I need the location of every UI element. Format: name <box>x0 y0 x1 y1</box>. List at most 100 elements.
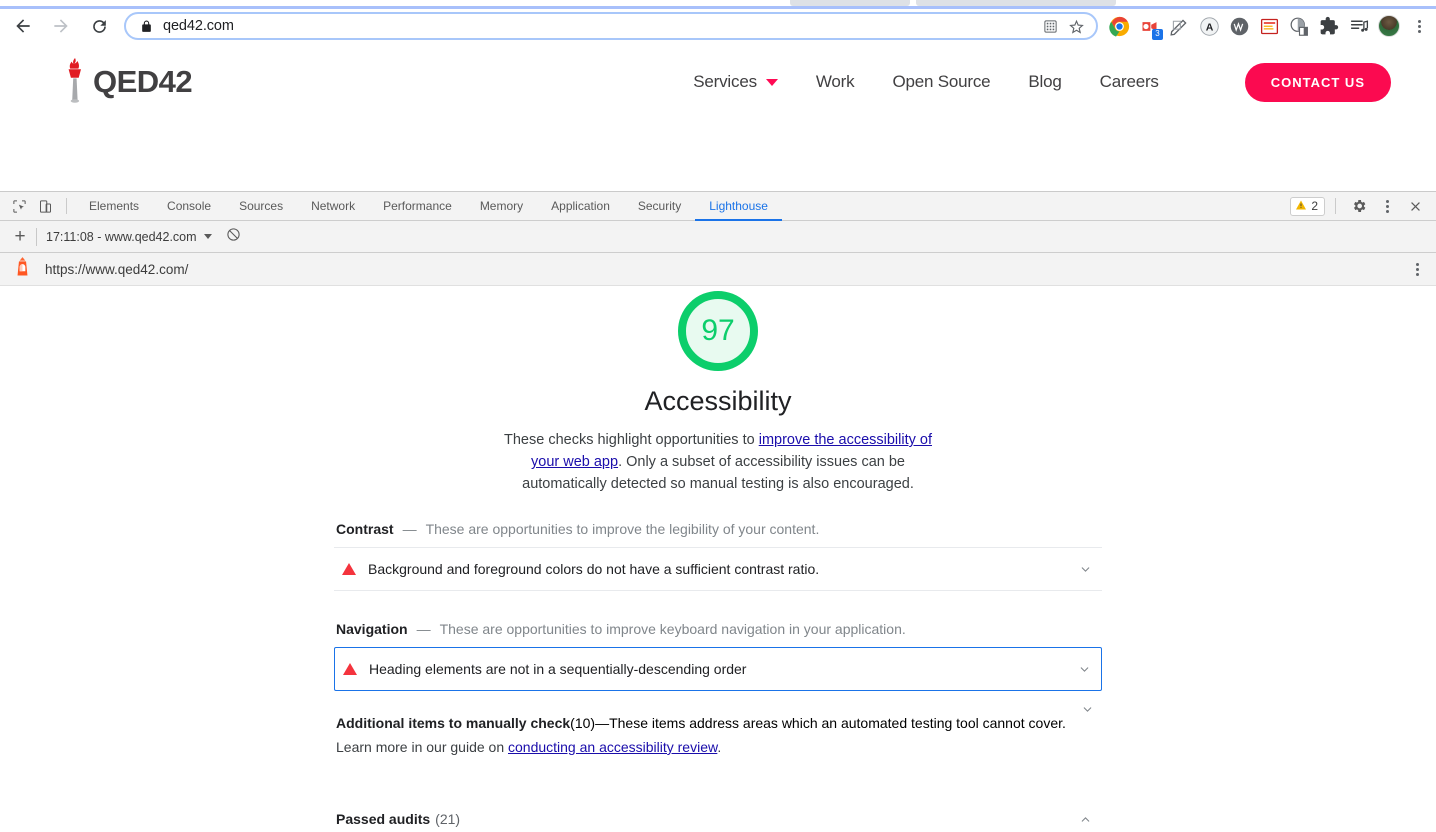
manual-title: Additional items to manually check <box>336 715 571 731</box>
chrome-menu-icon[interactable] <box>1405 12 1433 40</box>
audit-title: Heading elements are not in a sequential… <box>369 661 747 677</box>
chevron-up-icon[interactable] <box>1076 813 1094 826</box>
new-report-button[interactable]: + <box>8 225 32 249</box>
reload-button[interactable] <box>84 11 114 41</box>
contact-us-button[interactable]: CONTACT US <box>1244 62 1391 102</box>
warning-count: 2 <box>1311 199 1318 213</box>
audit-title: Background and foreground colors do not … <box>368 561 820 577</box>
kebab-dots <box>1385 199 1389 213</box>
back-button[interactable] <box>8 11 38 41</box>
browser-toolbar: qed42.com 3 A <box>0 9 1436 43</box>
kebab-menu-icon[interactable] <box>1374 193 1400 219</box>
forward-button[interactable] <box>46 11 76 41</box>
nav-item-blog[interactable]: Blog <box>1028 72 1061 92</box>
nav-item-services[interactable]: Services <box>693 72 778 92</box>
manual-checks-headline: Additional items to manually check(10)—T… <box>336 715 1094 731</box>
color-contrast-icon[interactable] <box>1285 12 1313 40</box>
manual-description: These items address areas which an autom… <box>609 715 1066 731</box>
tab-network[interactable]: Network <box>297 192 369 221</box>
form-filler-icon[interactable] <box>1255 12 1283 40</box>
group-header-navigation: Navigation — These are opportunities to … <box>334 591 1102 647</box>
manual-learn-more: Learn more in our guide on conducting an… <box>336 739 1094 755</box>
star-icon[interactable] <box>1064 14 1088 38</box>
report-run-selector[interactable]: 17:11:08 - www.qed42.com <box>46 230 212 244</box>
fail-triangle-icon <box>343 663 357 675</box>
nav-item-open-source[interactable]: Open Source <box>892 72 990 92</box>
qr-code-icon[interactable] <box>1038 14 1062 38</box>
pen-note-icon[interactable] <box>1165 12 1193 40</box>
chevron-down-icon[interactable] <box>1081 703 1094 719</box>
playlist-icon[interactable] <box>1345 12 1373 40</box>
report-options-menu[interactable] <box>1404 262 1430 276</box>
chevron-down-icon[interactable] <box>1076 563 1094 576</box>
warning-count-badge[interactable]: 2 <box>1290 196 1325 216</box>
qed42-logo[interactable]: QED42 <box>60 56 193 109</box>
address-bar[interactable]: qed42.com <box>124 12 1098 40</box>
close-icon[interactable] <box>1402 193 1428 219</box>
back-arrow-icon <box>13 16 33 36</box>
nav-item-careers[interactable]: Careers <box>1100 72 1159 92</box>
passed-audits-header[interactable]: Passed audits (21) <box>334 793 1102 831</box>
audit-row[interactable]: Background and foreground colors do not … <box>334 547 1102 591</box>
tab-console[interactable]: Console <box>153 192 225 221</box>
site-header: QED42 Services Work Open Source Blog Car… <box>0 43 1436 121</box>
score-value: 97 <box>701 314 735 347</box>
group-description: These are opportunities to improve the l… <box>425 521 820 537</box>
wave-evaluation-icon[interactable] <box>1225 12 1253 40</box>
axe-accessibility-icon[interactable]: A <box>1195 12 1223 40</box>
kebab-menu-icon <box>1417 19 1421 33</box>
category-description: These checks highlight opportunities to … <box>492 429 944 495</box>
group-dash: — <box>402 521 417 537</box>
devtools-panel: Elements Console Sources Network Perform… <box>0 191 1436 832</box>
gear-icon[interactable] <box>1346 193 1372 219</box>
lighthouse-report-url: https://www.qed42.com/ <box>45 261 189 277</box>
passed-audits-title: Passed audits <box>336 811 431 827</box>
accessibility-score-gauge[interactable]: 97 <box>678 291 758 371</box>
run-selector-label: 17:11:08 - www.qed42.com <box>46 229 197 244</box>
extension-icons: 3 A <box>1104 9 1436 43</box>
inspect-element-icon[interactable] <box>6 193 32 219</box>
puzzle-extensions-icon[interactable] <box>1315 12 1343 40</box>
devtools-toolbar-actions: 2 <box>1290 193 1436 219</box>
tab-security[interactable]: Security <box>624 192 695 221</box>
tab-memory[interactable]: Memory <box>466 192 537 221</box>
chevron-down-icon <box>203 234 212 239</box>
group-dash: — <box>416 621 431 637</box>
page-title: Accessibility <box>644 386 792 416</box>
audit-list: Contrast — These are opportunities to im… <box>334 495 1102 831</box>
tab-sources[interactable]: Sources <box>225 192 297 221</box>
logo-text: QED42 <box>93 64 193 99</box>
audit-row[interactable]: Heading elements are not in a sequential… <box>334 647 1102 691</box>
group-description: These are opportunities to improve keybo… <box>439 621 906 637</box>
toolbar-divider <box>66 198 67 214</box>
clear-all-icon <box>226 227 241 247</box>
chevron-down-icon[interactable] <box>1075 663 1093 676</box>
nav-item-work[interactable]: Work <box>816 72 855 92</box>
tab-application[interactable]: Application <box>537 192 624 221</box>
clear-all-button[interactable] <box>226 227 241 247</box>
profile-avatar[interactable] <box>1375 12 1403 40</box>
tab-performance[interactable]: Performance <box>369 192 466 221</box>
address-bar-url: qed42.com <box>163 18 234 34</box>
tab-lighthouse[interactable]: Lighthouse <box>695 192 782 221</box>
chrome-canary-icon[interactable] <box>1105 12 1133 40</box>
nav-item-label: Services <box>693 72 757 91</box>
devtools-tabs: Elements Console Sources Network Perform… <box>75 192 782 221</box>
device-toolbar-icon[interactable] <box>32 193 58 219</box>
kebab-menu-icon <box>1415 262 1419 276</box>
lighthouse-icon <box>14 256 31 282</box>
learn-more-pre: Learn more in our guide on <box>336 739 508 755</box>
manual-dash: — <box>595 715 610 731</box>
toolbar-divider <box>36 227 37 246</box>
tab-elements[interactable]: Elements <box>75 192 153 221</box>
group-title: Navigation <box>336 621 408 637</box>
manual-checks-group[interactable]: Additional items to manually check(10)—T… <box>334 691 1102 763</box>
passed-audits-count: (21) <box>435 811 461 827</box>
forward-arrow-icon <box>51 16 71 36</box>
lighthouse-report: 97 Accessibility These checks highlight … <box>0 286 1436 831</box>
video-recorder-icon[interactable]: 3 <box>1135 12 1163 40</box>
svg-text:A: A <box>1205 21 1213 33</box>
accessibility-review-link[interactable]: conducting an accessibility review <box>508 739 717 755</box>
score-gauge-section: 97 Accessibility These checks highlight … <box>0 286 1436 495</box>
torch-flame-icon <box>60 56 90 109</box>
